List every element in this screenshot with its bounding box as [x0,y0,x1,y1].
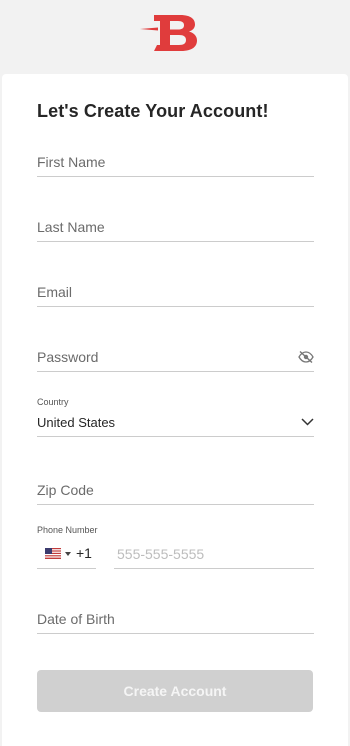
country-code-select[interactable]: +1 [37,540,96,569]
signup-card: Let's Create Your Account! Country Unite… [2,74,348,746]
zip-code-input[interactable] [37,482,287,498]
zip-code-field [37,474,314,505]
phone-number-field [114,540,314,569]
brand-logo-icon [140,15,197,51]
last-name-field [37,211,314,242]
caret-down-icon [65,552,71,556]
country-value: United States [37,415,116,430]
signup-page: Let's Create Your Account! Country Unite… [0,0,350,746]
email-input[interactable] [37,284,287,300]
first-name-input[interactable] [37,154,287,170]
chevron-down-icon [301,418,314,426]
page-title: Let's Create Your Account! [37,101,269,121]
last-name-input[interactable] [37,219,287,235]
dial-code: +1 [76,545,92,561]
date-of-birth-input[interactable] [37,611,287,627]
country-label: Country [37,397,69,407]
us-flag-icon [45,548,61,559]
password-input[interactable] [37,349,287,365]
country-select[interactable]: United States [37,412,314,437]
eye-slash-icon[interactable] [298,351,314,363]
phone-number-input[interactable] [117,546,307,562]
first-name-field [37,146,314,177]
date-of-birth-field [37,603,314,634]
password-field [37,341,314,372]
create-account-button[interactable]: Create Account [37,670,313,712]
phone-label: Phone Number [37,525,98,535]
email-field [37,276,314,307]
